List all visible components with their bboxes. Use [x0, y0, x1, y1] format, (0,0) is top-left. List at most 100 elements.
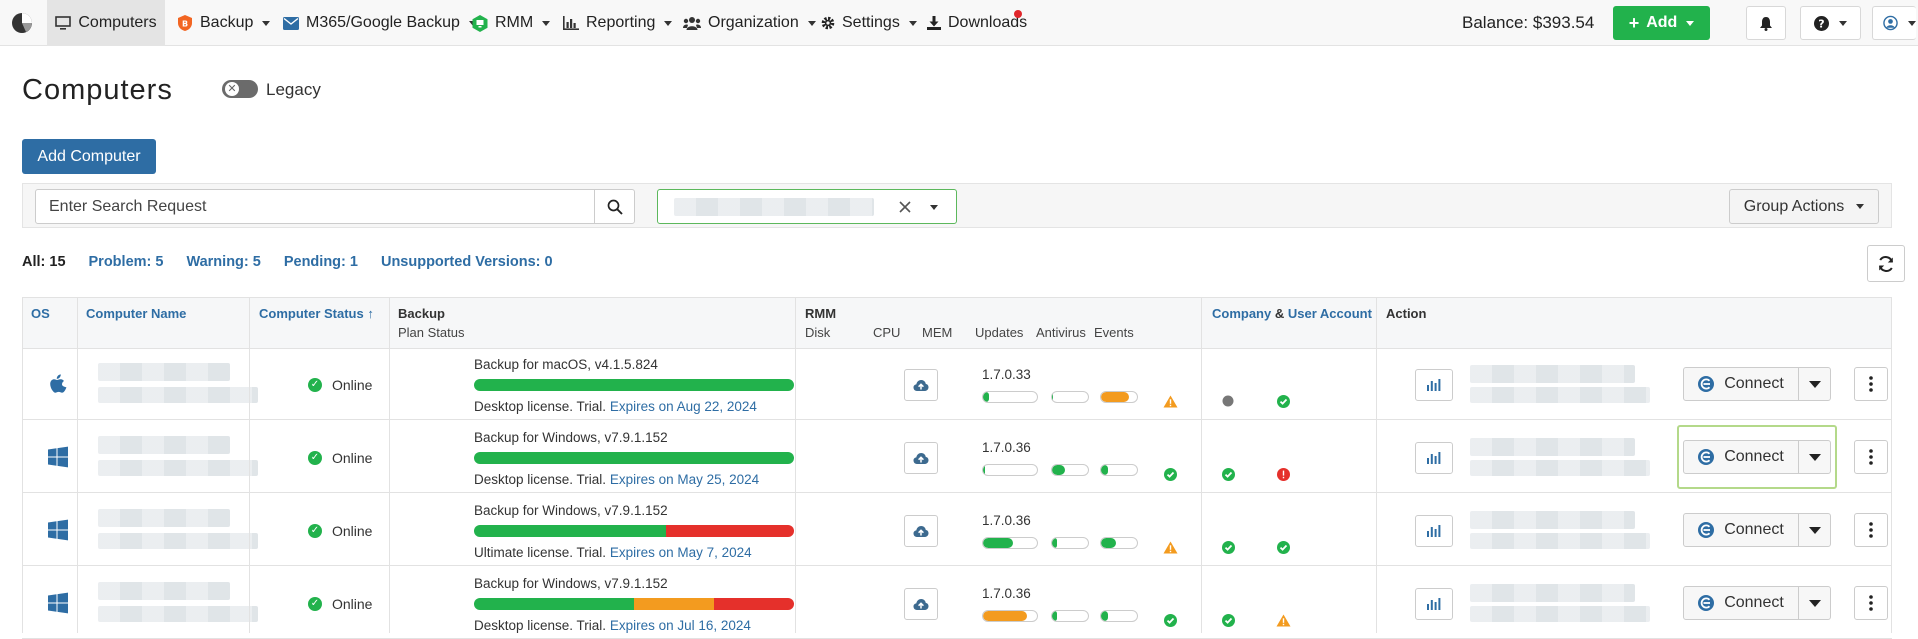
redacted-company[interactable]	[1470, 511, 1635, 529]
table-row[interactable]: ✓ Online Backup for Windows, v7.9.1.152 Des…	[22, 422, 1892, 493]
cloud-upload-icon	[913, 452, 929, 464]
filter-problem[interactable]: Problem: 5	[89, 254, 164, 270]
user-menu-button[interactable]	[1872, 6, 1916, 40]
table-row[interactable]: ✓ Online Backup for Windows, v7.9.1.152 Des…	[22, 568, 1892, 639]
license-expiry-link[interactable]: Expires on May 7, 2024	[610, 545, 752, 560]
notifications-button[interactable]	[1746, 6, 1786, 40]
redacted-company[interactable]	[1470, 365, 1635, 383]
redacted-computer-name[interactable]	[98, 436, 230, 454]
redacted-company[interactable]	[1470, 438, 1635, 456]
add-computer-button[interactable]: Add Computer	[22, 139, 156, 174]
rmm-icon	[472, 14, 488, 32]
run-backup-button[interactable]	[904, 442, 938, 474]
search-input[interactable]	[36, 190, 596, 223]
header-company[interactable]: Company	[1212, 306, 1271, 321]
license-label: Ultimate license. Trial.	[474, 545, 607, 560]
connect-dropdown[interactable]	[1799, 587, 1830, 619]
more-actions-button[interactable]	[1854, 367, 1888, 401]
rmm-version: 1.7.0.36	[982, 513, 1031, 528]
license-info: Desktop license. Trial. Expires on Jul 1…	[474, 618, 751, 633]
redacted-computer-name[interactable]	[98, 363, 230, 381]
chevron-down-icon	[807, 20, 816, 26]
run-backup-button[interactable]	[904, 588, 938, 620]
table-row[interactable]: ✓ Online Backup for Windows, v7.9.1.152 Ult…	[22, 495, 1892, 566]
status-filters: All: 15 Problem: 5 Warning: 5 Pending: 1…	[22, 254, 553, 270]
nav-downloads[interactable]: Downloads	[927, 0, 1027, 46]
nav-computers[interactable]: Computers	[47, 0, 165, 46]
refresh-button[interactable]	[1867, 245, 1905, 282]
nav-rmm[interactable]: RMM	[472, 0, 551, 46]
redacted-user-account[interactable]	[1470, 460, 1650, 476]
cloud-upload-icon	[913, 525, 929, 537]
connect-dropdown[interactable]	[1799, 368, 1830, 400]
redacted-company[interactable]	[1470, 584, 1635, 602]
plan-status-segment	[474, 379, 794, 391]
more-actions-button[interactable]	[1854, 440, 1888, 474]
company-select[interactable]	[657, 189, 957, 224]
redacted-company-value	[674, 198, 874, 216]
connect-button[interactable]: Connect	[1684, 441, 1799, 473]
header-company-user: Company & User Account	[1212, 306, 1372, 321]
antivirus-unknown-icon	[1222, 395, 1234, 407]
more-actions-button[interactable]	[1854, 513, 1888, 547]
legacy-toggle[interactable]: ✕	[222, 80, 258, 98]
cpu-usage-bar	[1051, 537, 1089, 549]
filter-all[interactable]: All: 15	[22, 254, 66, 270]
header-cpu: CPU	[873, 325, 901, 340]
header-computer-status[interactable]: Computer Status ↑	[259, 306, 374, 321]
header-user-account[interactable]: User Account	[1288, 306, 1372, 321]
plan-status-segment	[474, 525, 666, 537]
redacted-computer-name[interactable]	[98, 509, 230, 527]
header-plan-status: Plan Status	[398, 325, 465, 340]
chevron-down-icon	[542, 20, 551, 26]
more-actions-button[interactable]	[1854, 586, 1888, 620]
nav-settings[interactable]: Settings	[821, 0, 917, 46]
redacted-user-account[interactable]	[1470, 606, 1650, 622]
brand-logo-icon[interactable]	[10, 11, 34, 35]
run-backup-button[interactable]	[904, 515, 938, 547]
search-button[interactable]	[594, 190, 634, 223]
license-expiry-link[interactable]: Expires on Jul 16, 2024	[610, 618, 751, 633]
license-expiry-link[interactable]: Expires on May 25, 2024	[610, 472, 759, 487]
rmm-stats-button[interactable]	[1415, 588, 1453, 620]
redacted-computer-detail	[98, 533, 258, 549]
connect-dropdown[interactable]	[1799, 514, 1830, 546]
nav-m365-google-backup[interactable]: M365/Google Backup	[283, 0, 477, 46]
nav-reporting[interactable]: Reporting	[563, 0, 673, 46]
redacted-computer-detail	[98, 387, 258, 403]
mem-usage-bar	[1100, 610, 1138, 622]
group-actions-button[interactable]: Group Actions	[1729, 189, 1879, 224]
svg-text:B: B	[182, 20, 188, 29]
redacted-computer-name[interactable]	[98, 582, 230, 600]
filter-warning[interactable]: Warning: 5	[186, 254, 260, 270]
rmm-stats-button[interactable]	[1415, 442, 1453, 474]
mem-usage-fill	[1101, 465, 1109, 475]
redacted-user-account[interactable]	[1470, 533, 1650, 549]
add-button[interactable]: + Add	[1613, 6, 1710, 40]
connect-dropdown[interactable]	[1799, 441, 1830, 473]
table-row[interactable]: ✓ Online Backup for macOS, v4.1.5.824 Deskt…	[22, 349, 1892, 420]
connect-button[interactable]: Connect	[1684, 514, 1799, 546]
header-computer-name[interactable]: Computer Name	[86, 306, 186, 321]
help-button[interactable]: ?	[1800, 6, 1861, 40]
filter-pending[interactable]: Pending: 1	[284, 254, 358, 270]
license-expiry-link[interactable]: Expires on Aug 22, 2024	[610, 399, 757, 414]
connect-button[interactable]: Connect	[1684, 368, 1799, 400]
redacted-user-account[interactable]	[1470, 387, 1650, 403]
header-amp: &	[1274, 306, 1285, 321]
rmm-stats-button[interactable]	[1415, 515, 1453, 547]
rmm-stats-button[interactable]	[1415, 369, 1453, 401]
online-check-icon: ✓	[308, 597, 322, 611]
nav-organization[interactable]: Organization	[683, 0, 816, 46]
clear-icon[interactable]	[898, 200, 912, 214]
chevron-down-icon[interactable]	[930, 205, 938, 210]
nav-backup[interactable]: B Backup	[177, 0, 271, 46]
connect-button[interactable]: Connect	[1684, 587, 1799, 619]
mem-usage-fill	[1101, 538, 1117, 548]
header-os[interactable]: OS	[31, 306, 50, 321]
run-backup-button[interactable]	[904, 369, 938, 401]
filter-unsupported[interactable]: Unsupported Versions: 0	[381, 254, 553, 270]
connect-icon	[1698, 595, 1715, 611]
column-divider	[77, 297, 78, 633]
plan-status-bar	[474, 525, 794, 537]
